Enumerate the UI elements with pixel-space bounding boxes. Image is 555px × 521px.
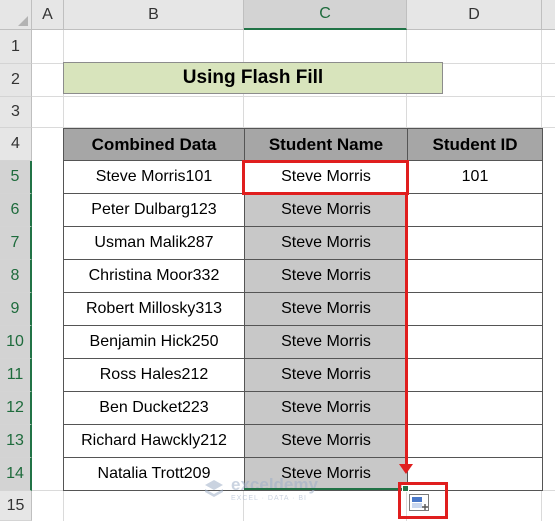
row-header-12[interactable]: 12 bbox=[0, 392, 32, 425]
cell-combined-data[interactable]: Richard Hawckly212 bbox=[63, 425, 245, 458]
cell-combined-data[interactable]: Usman Malik287 bbox=[63, 227, 245, 260]
row-header-11[interactable]: 11 bbox=[0, 359, 32, 392]
cell-student-id[interactable]: 101 bbox=[407, 161, 543, 194]
row-header-5[interactable]: 5 bbox=[0, 161, 32, 194]
row-header-2[interactable]: 2 bbox=[0, 64, 32, 97]
auto-fill-options-button[interactable] bbox=[409, 494, 429, 511]
cell-combined-data[interactable]: Robert Millosky313 bbox=[63, 293, 245, 326]
cell-student-id[interactable] bbox=[407, 392, 543, 425]
watermark-tagline: EXCEL · DATA · BI bbox=[231, 495, 307, 502]
row-header-1[interactable]: 1 bbox=[0, 30, 32, 64]
select-all-triangle-icon bbox=[18, 16, 28, 26]
row-header-9[interactable]: 9 bbox=[0, 293, 32, 326]
cell-combined-data[interactable]: Christina Moor332 bbox=[63, 260, 245, 293]
gridline bbox=[32, 96, 555, 97]
header-student-id[interactable]: Student ID bbox=[407, 128, 543, 161]
watermark-name: exceldemy bbox=[231, 475, 318, 494]
cell-combined-data[interactable]: Steve Morris101 bbox=[63, 161, 245, 194]
row-header-3[interactable]: 3 bbox=[0, 97, 32, 128]
cell-student-name[interactable]: Steve Morris bbox=[244, 260, 408, 293]
selection-border bbox=[244, 488, 406, 490]
highlight-box-c5 bbox=[242, 160, 409, 195]
cell-student-id[interactable] bbox=[407, 326, 543, 359]
row-header-8[interactable]: 8 bbox=[0, 260, 32, 293]
drag-arrow-line bbox=[405, 194, 408, 466]
cell-student-id[interactable] bbox=[407, 194, 543, 227]
exceldemy-logo-icon bbox=[205, 480, 223, 497]
row-header-10[interactable]: 10 bbox=[0, 326, 32, 359]
cell-student-id[interactable] bbox=[407, 359, 543, 392]
cell-student-name[interactable]: Steve Morris bbox=[244, 392, 408, 425]
cell-student-id[interactable] bbox=[407, 293, 543, 326]
cell-student-name[interactable]: Steve Morris bbox=[244, 425, 408, 458]
fill-handle-icon[interactable] bbox=[402, 485, 409, 492]
row-header-14[interactable]: 14 bbox=[0, 458, 32, 491]
cell-student-name[interactable]: Steve Morris bbox=[244, 194, 408, 227]
cell-combined-data[interactable]: Benjamin Hick250 bbox=[63, 326, 245, 359]
column-header-a[interactable]: A bbox=[32, 0, 64, 30]
cell-student-id[interactable] bbox=[407, 425, 543, 458]
cell-student-name[interactable]: Steve Morris bbox=[244, 326, 408, 359]
auto-fill-options-icon bbox=[412, 497, 428, 510]
row-header-13[interactable]: 13 bbox=[0, 425, 32, 458]
header-student-name[interactable]: Student Name bbox=[244, 128, 408, 161]
row-header-6[interactable]: 6 bbox=[0, 194, 32, 227]
column-header-d[interactable]: D bbox=[407, 0, 542, 30]
cell-student-name[interactable]: Steve Morris bbox=[244, 293, 408, 326]
sheet-title[interactable]: Using Flash Fill bbox=[63, 62, 443, 94]
drag-arrow-head-icon bbox=[399, 464, 413, 474]
cell-student-name[interactable]: Steve Morris bbox=[244, 359, 408, 392]
row-header-15[interactable]: 15 bbox=[0, 491, 32, 521]
row-header-4[interactable]: 4 bbox=[0, 128, 32, 161]
header-combined-data[interactable]: Combined Data bbox=[63, 128, 245, 161]
cell-student-id[interactable] bbox=[407, 260, 543, 293]
column-header-e[interactable] bbox=[542, 0, 555, 30]
select-all-corner[interactable] bbox=[0, 0, 32, 30]
cell-student-name[interactable]: Steve Morris bbox=[244, 227, 408, 260]
row-header-7[interactable]: 7 bbox=[0, 227, 32, 260]
column-header-b[interactable]: B bbox=[64, 0, 244, 30]
cell-combined-data[interactable]: Ben Ducket223 bbox=[63, 392, 245, 425]
column-header-c[interactable]: C bbox=[244, 0, 407, 30]
cell-combined-data[interactable]: Ross Hales212 bbox=[63, 359, 245, 392]
cell-combined-data[interactable]: Peter Dulbarg123 bbox=[63, 194, 245, 227]
cell-student-id[interactable] bbox=[407, 227, 543, 260]
